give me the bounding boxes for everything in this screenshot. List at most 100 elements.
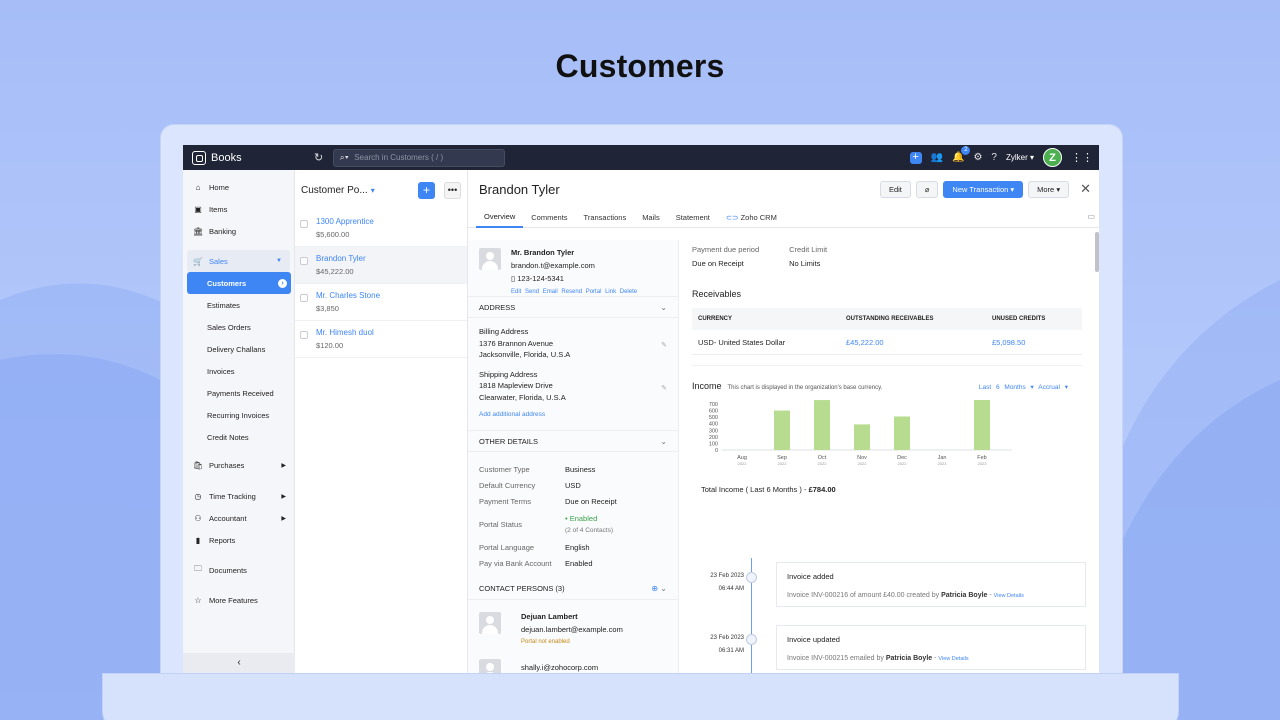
timeline-date: 23 Feb 2023 06:44 AM — [696, 570, 744, 596]
search-icon[interactable]: ⌕▾ — [334, 152, 354, 163]
view-details-link[interactable]: View Details — [994, 593, 1024, 599]
tab-bar: Overview Comments Transactions Mails Sta… — [468, 208, 1099, 228]
app-logo[interactable]: Books — [192, 150, 304, 165]
total-value: £784.00 — [808, 485, 836, 494]
more-button[interactable]: More ▾ — [1028, 180, 1070, 198]
contact-persons-header[interactable]: CONTACT PERSONS (3) ⊕ ⌄ — [479, 577, 667, 599]
x-tick-year: 2022 — [898, 461, 908, 466]
sidebar-item-credit-notes[interactable]: Credit Notes — [183, 426, 294, 448]
org-switcher[interactable]: Zylker ▾ — [1006, 153, 1034, 162]
sidebar-item-sales[interactable]: 🛒 Sales ▼ — [187, 250, 290, 272]
sidebar-item-customers[interactable]: Customers › — [187, 272, 291, 294]
sidebar-item-sales-orders[interactable]: Sales Orders — [183, 316, 294, 338]
tab-transactions[interactable]: Transactions — [576, 208, 635, 228]
section-title: ADDRESS — [479, 302, 516, 312]
chevron-down-icon: ⌄ — [660, 436, 667, 446]
customer-name[interactable]: 1300 Apprentice — [316, 217, 374, 226]
sidebar: ⌂ Home ▣ Items 🏛 Banking 🛒 Sales ▼ Customers ›… — [183, 170, 295, 673]
sidebar-item-purchases[interactable]: 🛍 Purchases ▶ — [183, 454, 294, 476]
tab-zoho-crm[interactable]: ⊂⊃ Zoho CRM — [718, 208, 785, 228]
tab-comments[interactable]: Comments — [523, 208, 575, 228]
apps-grid-icon[interactable]: ⋮⋮ — [1071, 151, 1093, 164]
search-bar[interactable]: ⌕▾ Search in Customers ( / ) — [333, 148, 506, 167]
page-title: Brandon Tyler — [479, 181, 560, 197]
scrollbar[interactable] — [1095, 232, 1099, 272]
basis-filter[interactable]: Accrual ▾ — [1038, 384, 1068, 391]
outstanding-cell[interactable]: £45,222.00 — [846, 338, 992, 347]
sidebar-item-reports[interactable]: ▮ Reports — [183, 529, 294, 551]
contact-email: brandon.t@example.com — [511, 261, 595, 270]
sidebar-item-home[interactable]: ⌂ Home — [183, 176, 294, 198]
list-item[interactable]: Mr. Himesh duol $120.00 — [295, 321, 467, 358]
period-filter[interactable]: Last 6 Months ▾ — [979, 384, 1034, 391]
x-tick-year: 2022 — [778, 461, 788, 466]
y-tick-label: 300 — [709, 428, 718, 434]
sidebar-item-more-features[interactable]: ☆ More Features — [183, 589, 294, 611]
collapse-sidebar-button[interactable]: ‹ — [183, 653, 295, 673]
sidebar-item-banking[interactable]: 🏛 Banking — [183, 220, 294, 242]
chevron-down-icon: ▼ — [276, 258, 282, 264]
tab-mails[interactable]: Mails — [634, 208, 668, 228]
sidebar-item-items[interactable]: ▣ Items — [183, 198, 294, 220]
bell-icon[interactable]: 🔔 2 — [952, 146, 971, 163]
customer-name[interactable]: Mr. Charles Stone — [316, 291, 380, 300]
customer-name[interactable]: Mr. Himesh duol — [316, 328, 374, 337]
tab-label: Zoho CRM — [740, 213, 777, 222]
add-customer-button[interactable]: + — [418, 181, 435, 199]
tab-statement[interactable]: Statement — [668, 208, 718, 228]
help-icon[interactable]: ? — [991, 152, 997, 163]
more-options-button[interactable]: ••• — [444, 181, 461, 199]
send-email-link[interactable]: Send Email — [525, 289, 558, 295]
users-icon[interactable]: 👥 — [931, 152, 943, 163]
row-checkbox[interactable] — [300, 257, 308, 265]
avatar[interactable]: Z — [1043, 148, 1062, 167]
sidebar-item-delivery-challans[interactable]: Delivery Challans — [183, 338, 294, 360]
person-email: shally.i@zohocorp.com — [521, 663, 599, 672]
income-note: This chart is displayed in the organizat… — [727, 385, 883, 391]
x-tick-year: 2022 — [858, 461, 868, 466]
close-icon[interactable]: ✕ — [1080, 181, 1091, 197]
sidebar-item-accountant[interactable]: ⚇ Accountant ▶ — [183, 507, 294, 529]
other-details-header[interactable]: OTHER DETAILS ⌄ — [468, 430, 678, 452]
section-title: OTHER DETAILS — [479, 436, 539, 446]
detail-value: USD — [565, 480, 581, 490]
edit-contact-link[interactable]: Edit — [511, 289, 521, 295]
delete-contact-link[interactable]: Delete — [620, 289, 637, 295]
pencil-icon[interactable]: ✎ — [661, 383, 667, 395]
button-label: New Transaction — [952, 184, 1009, 194]
resend-portal-link[interactable]: Resend Portal Link — [561, 289, 616, 295]
attachment-button[interactable]: ⌀ — [915, 180, 939, 198]
row-checkbox[interactable] — [300, 294, 308, 302]
gear-icon[interactable]: ⚙ — [973, 152, 982, 163]
row-checkbox[interactable] — [300, 220, 308, 228]
chart-bar — [774, 410, 790, 450]
unused-credits-cell[interactable]: £5,098.50 — [992, 338, 1025, 347]
quick-create-icon[interactable]: + — [909, 151, 922, 164]
chevron-down-icon[interactable]: ▾ — [371, 186, 375, 195]
sidebar-item-estimates[interactable]: Estimates — [183, 294, 294, 316]
search-input[interactable]: Search in Customers ( / ) — [354, 153, 443, 162]
history-icon[interactable]: ↻ — [314, 151, 323, 164]
portal-status-note: (2 of 4 Contacts) — [565, 527, 614, 534]
list-item[interactable]: 1300 Apprentice $5,600.00 — [295, 210, 467, 247]
sidebar-item-time-tracking[interactable]: ◷ Time Tracking ▶ — [183, 485, 294, 507]
comment-icon[interactable]: ▭ — [1087, 212, 1095, 221]
add-contact-icon[interactable]: ⊕ ⌄ — [651, 584, 667, 593]
address-section-header[interactable]: ADDRESS ⌄ — [468, 296, 678, 318]
detail-key: Default Currency — [479, 480, 536, 490]
sidebar-item-recurring-invoices[interactable]: Recurring Invoices — [183, 404, 294, 426]
new-transaction-button[interactable]: New Transaction ▾ — [943, 180, 1024, 198]
list-item[interactable]: Brandon Tyler $45,222.00 — [295, 247, 467, 284]
view-details-link[interactable]: View Details — [938, 656, 968, 662]
row-checkbox[interactable] — [300, 331, 308, 339]
sidebar-item-payments-received[interactable]: Payments Received — [183, 382, 294, 404]
list-view-title[interactable]: Customer Po... — [301, 185, 368, 196]
pencil-icon[interactable]: ✎ — [661, 340, 667, 352]
sidebar-item-documents[interactable]: 🗀 Documents — [183, 559, 294, 581]
customer-name[interactable]: Brandon Tyler — [316, 254, 366, 263]
tab-overview[interactable]: Overview — [476, 208, 524, 228]
edit-button[interactable]: Edit — [879, 180, 911, 198]
add-address-link[interactable]: Add additional address — [479, 411, 667, 418]
list-item[interactable]: Mr. Charles Stone $3,850 — [295, 284, 467, 321]
sidebar-item-invoices[interactable]: Invoices — [183, 360, 294, 382]
